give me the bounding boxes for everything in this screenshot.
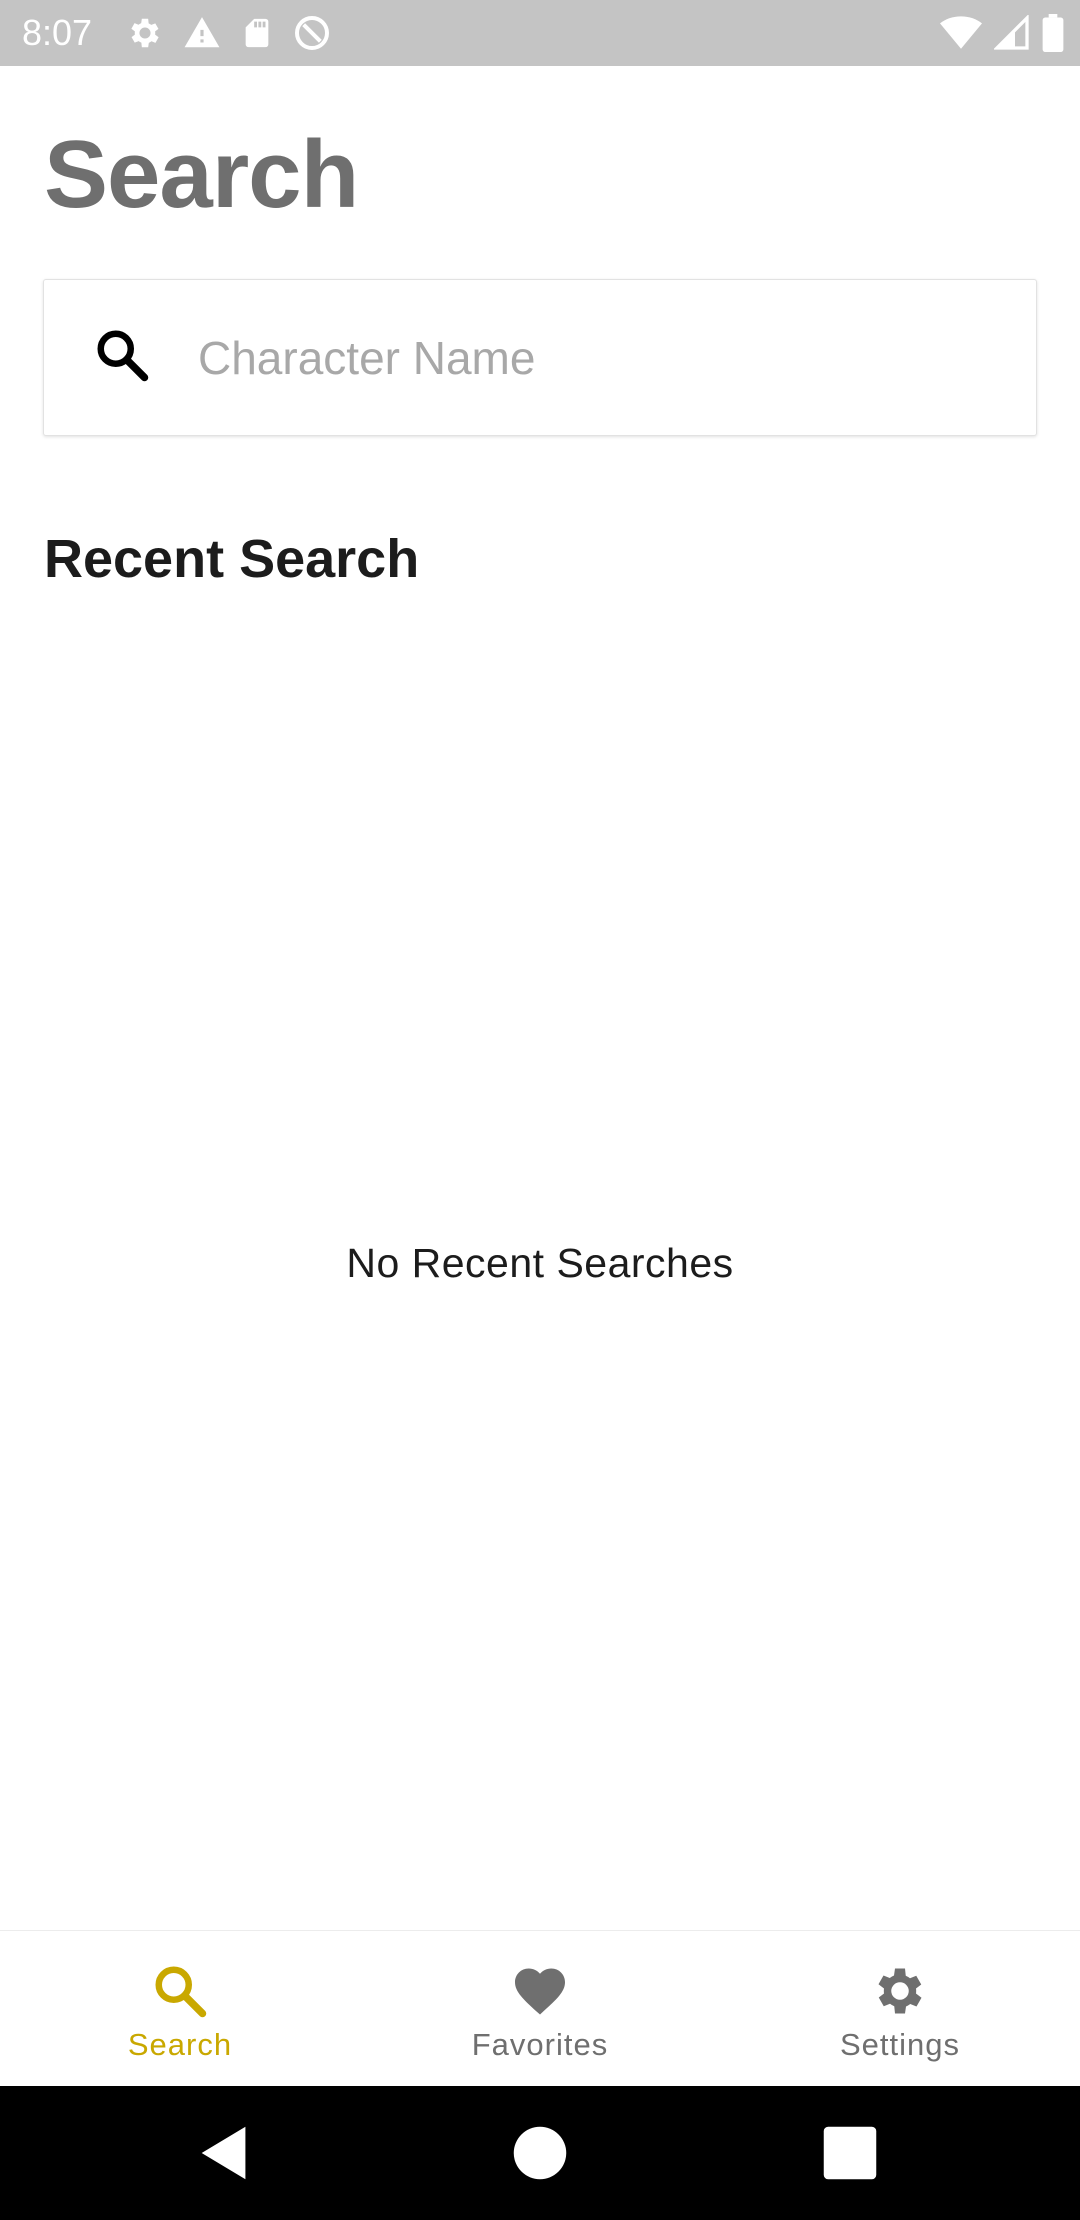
search-icon [150, 1955, 210, 2021]
cell-signal-icon [994, 15, 1030, 51]
heart-icon [510, 1955, 570, 2021]
warning-icon [182, 14, 222, 52]
gear-icon [870, 1955, 930, 2021]
recent-search-title: Recent Search [44, 529, 420, 589]
sd-card-icon [240, 14, 274, 52]
status-bar: 8:07 [0, 0, 1080, 66]
wifi-icon [940, 15, 982, 51]
nav-label-settings: Settings [839, 2026, 960, 2062]
settings-icon [126, 14, 164, 52]
home-icon[interactable] [505, 2118, 575, 2188]
search-box[interactable] [43, 279, 1037, 436]
search-icon [44, 325, 152, 390]
page-title: Search [44, 121, 359, 228]
nav-item-search[interactable]: Search [0, 1931, 360, 2086]
search-input[interactable] [198, 330, 978, 385]
battery-icon [1042, 14, 1064, 52]
nav-label-favorites: Favorites [471, 2026, 609, 2062]
nav-label-search: Search [127, 2026, 233, 2062]
bottom-nav: Search Favorites Settings [0, 1930, 1080, 2086]
recents-icon[interactable] [815, 2118, 885, 2188]
back-icon[interactable] [190, 2118, 260, 2188]
system-nav-bar [0, 2086, 1080, 2220]
status-icons-right [940, 14, 1064, 52]
nav-item-favorites[interactable]: Favorites [360, 1931, 720, 2086]
nav-item-settings[interactable]: Settings [720, 1931, 1080, 2086]
empty-state-message: No Recent Searches [346, 1240, 734, 1286]
at-sign-icon [292, 13, 332, 53]
status-time: 8:07 [22, 12, 93, 53]
status-icons-left [126, 13, 332, 53]
